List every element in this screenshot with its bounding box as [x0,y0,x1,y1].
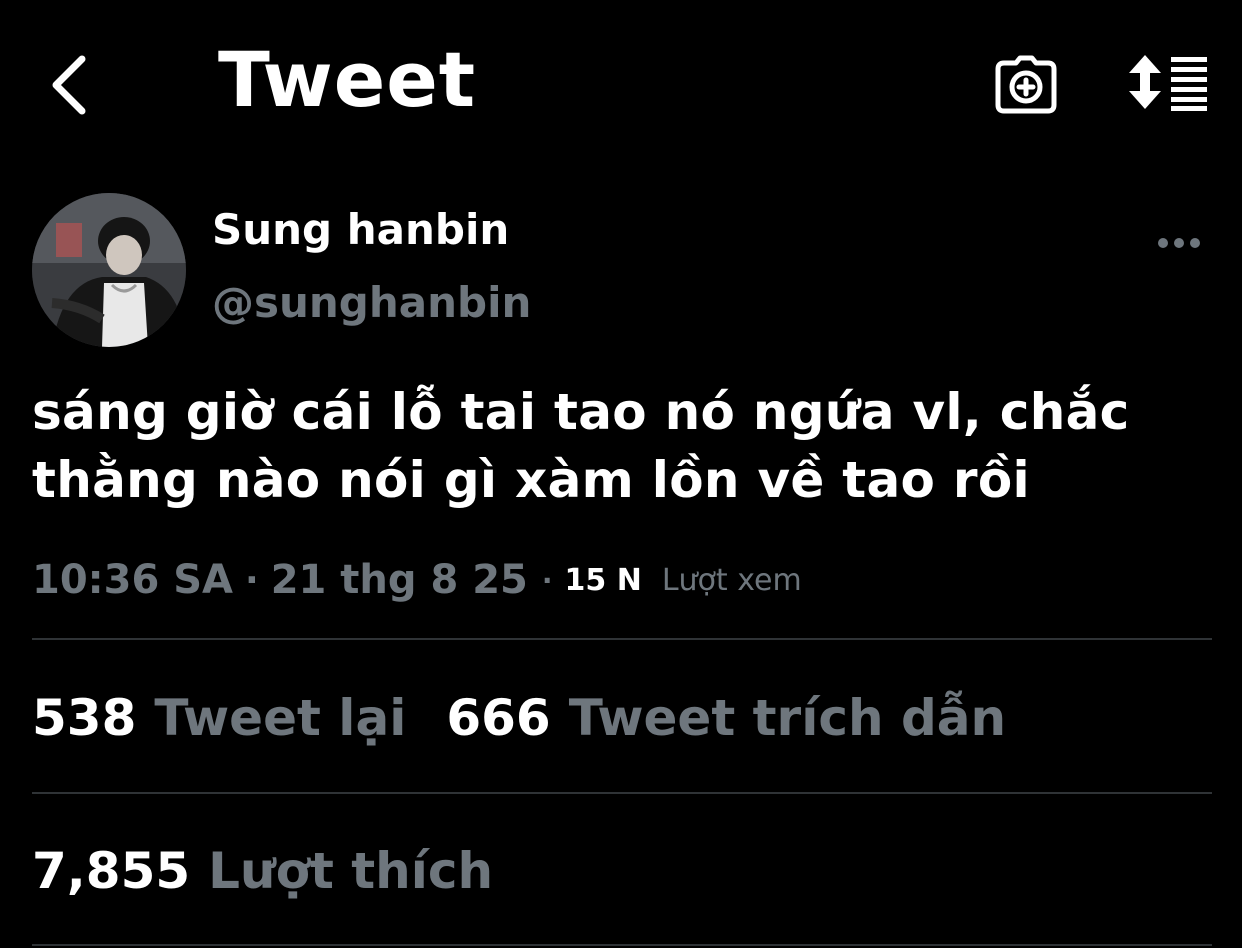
divider [32,944,1212,946]
views-label[interactable]: Lượt xem [662,563,802,598]
profile-photo [32,193,186,347]
meta-separator: · [541,563,553,597]
more-horizontal-icon [1158,238,1200,248]
camera-plus-icon [995,55,1057,114]
tweet-text-line: sáng giờ cái lỗ tai tao nó ngứa vl, chắc [32,383,1130,441]
sort-list-icon [1129,55,1207,111]
likes-label[interactable]: Lượt thích [208,842,493,900]
views-count[interactable]: 15 N [565,563,642,598]
divider [32,638,1212,640]
sort-replies-button[interactable] [1128,52,1210,112]
likes-stats-row: 7,855 Lượt thích [32,836,533,906]
tweet-meta: 10:36 SA · 21 thg 8 25 · 15 N Lượt xem [32,552,802,608]
back-button[interactable] [40,50,100,120]
divider [32,792,1212,794]
engagement-stats-row: 538 Tweet lại 666 Tweet trích dẫn [32,683,1046,753]
tweet-time: 10:36 SA [32,557,234,603]
quotes-count[interactable]: 666 [446,689,550,747]
meta-separator: · [245,559,259,601]
page-title: Tweet [218,35,477,124]
more-options-button[interactable] [1150,226,1208,260]
tweet-date: 21 thg 8 25 [270,557,528,603]
tweet-text: sáng giờ cái lỗ tai tao nó ngứa vl, chắc… [32,378,1222,514]
likes-count[interactable]: 7,855 [32,842,190,900]
author-display-name[interactable]: Sung hanbin [212,205,509,255]
retweets-label[interactable]: Tweet lại [154,689,406,747]
tweet-text-line: thằng nào nói gì xàm lồn về tao rồi [32,451,1030,509]
avatar[interactable] [32,193,186,347]
quotes-label[interactable]: Tweet trích dẫn [569,689,1006,747]
retweets-count[interactable]: 538 [32,689,136,747]
author-handle[interactable]: @sunghanbin [212,278,531,328]
top-bar: Tweet [0,0,1242,170]
add-photo-button[interactable] [992,52,1060,118]
chevron-left-icon [52,55,86,115]
